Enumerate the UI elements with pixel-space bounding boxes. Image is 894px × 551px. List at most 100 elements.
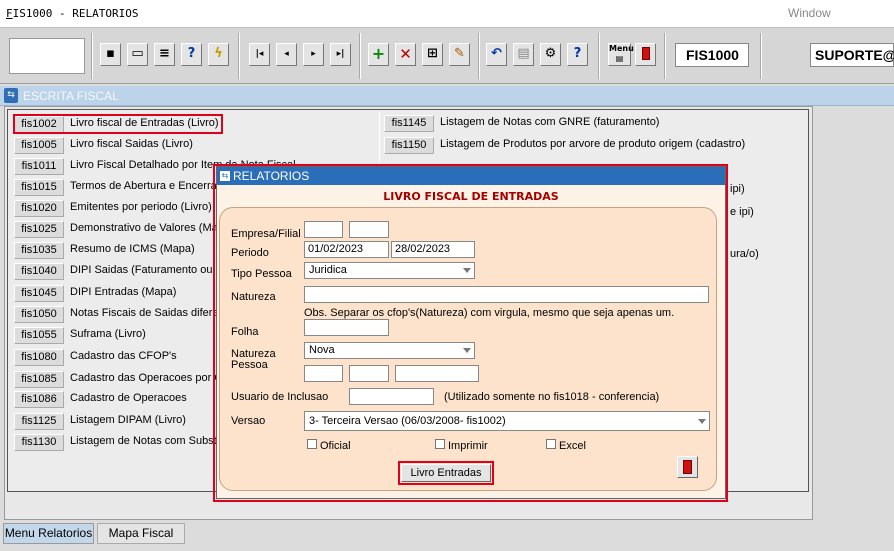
- natureza-label: Natureza: [231, 291, 276, 303]
- report-code-button[interactable]: fis1086: [14, 391, 64, 408]
- folha-field[interactable]: [304, 319, 389, 336]
- periodo-inicio-field[interactable]: 01/02/2023: [304, 241, 389, 258]
- window-icon[interactable]: ▭: [127, 43, 148, 66]
- oficial-label: Oficial: [320, 440, 351, 452]
- clear-form-icon[interactable]: ⊞: [422, 43, 443, 66]
- versao-select[interactable]: 3- Terceira Versao (06/03/2008- fis1002): [304, 411, 710, 431]
- report-code-button[interactable]: fis1025: [14, 221, 64, 238]
- report-code-button[interactable]: fis1015: [14, 179, 64, 196]
- report-code-button[interactable]: fis1130: [14, 434, 64, 451]
- filial-field[interactable]: [349, 221, 389, 238]
- report-row-fis1085[interactable]: fis1085 Cadastro das Operacoes por CFOP: [14, 371, 245, 388]
- form-id-field: FIS1000: [675, 43, 749, 67]
- oficial-checkbox[interactable]: [307, 439, 317, 449]
- window-menu[interactable]: Window: [788, 6, 831, 20]
- last-record-icon[interactable]: ▸|: [330, 43, 351, 66]
- usuario-field[interactable]: [349, 388, 434, 405]
- extra-field-1[interactable]: [304, 365, 343, 382]
- report-description: Cadastro das CFOP's: [70, 350, 177, 362]
- execute-query-icon[interactable]: ϟ: [208, 43, 229, 66]
- exit-dialog-button[interactable]: [677, 456, 698, 478]
- report-row-fis1005[interactable]: fis1005 Livro fiscal Saidas (Livro): [14, 137, 374, 154]
- menu-button-label: Menu: [609, 44, 634, 53]
- exit-icon[interactable]: [635, 43, 656, 66]
- report-row-fis1130[interactable]: fis1130 Listagem de Notas com Substituica…: [14, 434, 249, 451]
- report-code-button[interactable]: fis1150: [384, 137, 434, 154]
- next-record-icon[interactable]: ▸: [303, 43, 324, 66]
- title-bar: FIS1000 - RELATORIOS Window: [0, 0, 894, 27]
- report-description: Cadastro de Operacoes: [70, 392, 187, 404]
- clipboard-icon[interactable]: ▤: [513, 43, 534, 66]
- first-record-icon[interactable]: |◂: [249, 43, 270, 66]
- report-row-fis1050[interactable]: fis1050 Notas Fiscais de Saidas diferenci…: [14, 306, 256, 323]
- edit-icon[interactable]: ✎: [449, 43, 470, 66]
- chevron-down-icon: [698, 419, 706, 424]
- menu-icon[interactable]: Menu ▤: [608, 43, 634, 66]
- chevron-down-icon: [463, 268, 471, 273]
- report-row-fis1150[interactable]: fis1150 Listagem de Produtos por arvore d…: [384, 137, 804, 154]
- window-title: FIS1000 - RELATORIOS: [6, 7, 139, 20]
- report-code-button[interactable]: fis1055: [14, 327, 64, 344]
- report-description: Listagem DIPAM (Livro): [70, 414, 186, 426]
- usuario-note: (Utilizado somente no fis1018 - conferen…: [444, 391, 660, 403]
- toolbar-separator: [478, 33, 480, 79]
- extra-field-2[interactable]: [349, 365, 389, 382]
- versao-label: Versao: [231, 415, 266, 427]
- report-row-fis1035[interactable]: fis1035 Resumo de ICMS (Mapa): [14, 242, 214, 259]
- report-description: Livro fiscal Saidas (Livro): [70, 138, 193, 150]
- excel-label: Excel: [559, 440, 586, 452]
- form-icon: ⇆: [4, 88, 18, 103]
- empresa-label: Empresa/Filial: [231, 228, 301, 240]
- report-code-button[interactable]: fis1145: [384, 115, 434, 132]
- report-code-button[interactable]: fis1035: [14, 242, 64, 259]
- report-code-button[interactable]: fis1020: [14, 200, 64, 217]
- report-description: DIPI Entradas (Mapa): [70, 286, 177, 298]
- section-header: ⇆ ESCRITA FISCAL: [0, 86, 894, 106]
- undo-icon[interactable]: ↶: [486, 43, 507, 66]
- dialog-title: RELATORIOS: [233, 169, 310, 183]
- report-code-button[interactable]: fis1080: [14, 349, 64, 366]
- save-icon[interactable]: ▪: [100, 43, 121, 66]
- livro-entradas-button[interactable]: Livro Entradas: [401, 464, 491, 482]
- selection-highlight: [13, 114, 223, 134]
- report-row-fis1045[interactable]: fis1045 DIPI Entradas (Mapa): [14, 285, 214, 302]
- imprimir-checkbox[interactable]: [435, 439, 445, 449]
- report-row-fis1145[interactable]: fis1145 Listagem de Notas com GNRE (fatur…: [384, 115, 804, 132]
- print-icon[interactable]: ≡: [154, 43, 175, 66]
- dialog-icon: ⇆: [220, 171, 230, 181]
- settings-icon[interactable]: ⚙: [540, 43, 561, 66]
- user-field: SUPORTE@: [810, 43, 894, 67]
- report-code-button[interactable]: fis1005: [14, 137, 64, 154]
- natureza-pessoa-select[interactable]: Nova: [304, 342, 475, 359]
- excel-checkbox[interactable]: [546, 439, 556, 449]
- report-row-fis1040[interactable]: fis1040 DIPI Saidas (Faturamento ou Mapa): [14, 263, 247, 280]
- tipo-pessoa-select[interactable]: Juridica: [304, 262, 475, 279]
- right-fragment: ura/o): [730, 248, 759, 260]
- dialog-title-bar[interactable]: ⇆ RELATORIOS: [217, 167, 725, 185]
- empresa-field[interactable]: [304, 221, 343, 238]
- natureza-field[interactable]: [304, 286, 709, 303]
- report-code-button[interactable]: fis1011: [14, 158, 64, 175]
- extra-field-3[interactable]: [395, 365, 479, 382]
- insert-record-icon[interactable]: +: [368, 43, 389, 66]
- delete-record-icon[interactable]: ✕: [395, 43, 416, 66]
- report-row-fis1080[interactable]: fis1080 Cadastro das CFOP's: [14, 349, 214, 366]
- report-code-button[interactable]: fis1085: [14, 371, 64, 388]
- report-description: Emitentes por periodo (Livro): [70, 201, 212, 213]
- tab-mapa-fiscal[interactable]: Mapa Fiscal: [97, 523, 185, 544]
- tipo-pessoa-value: Juridica: [309, 264, 347, 276]
- help-icon[interactable]: ?: [567, 43, 588, 66]
- periodo-fim-field[interactable]: 28/02/2023: [391, 241, 475, 258]
- section-title: ESCRITA FISCAL: [23, 89, 119, 103]
- report-code-button[interactable]: fis1050: [14, 306, 64, 323]
- report-code-button[interactable]: fis1040: [14, 263, 64, 280]
- usuario-label: Usuario de Inclusao: [231, 391, 329, 403]
- tab-menu-relatorios[interactable]: Menu Relatorios: [3, 523, 94, 544]
- query-icon[interactable]: ?: [181, 43, 202, 66]
- report-code-button[interactable]: fis1125: [14, 413, 64, 430]
- report-row-fis1015[interactable]: fis1015 Termos de Abertura e Encerramento: [14, 179, 247, 196]
- previous-record-icon[interactable]: ◂: [276, 43, 297, 66]
- report-row-fis1086[interactable]: fis1086 Cadastro de Operacoes: [14, 391, 214, 408]
- report-row-fis1025[interactable]: fis1025 Demonstrativo de Valores (Mapa): [14, 221, 234, 238]
- report-code-button[interactable]: fis1045: [14, 285, 64, 302]
